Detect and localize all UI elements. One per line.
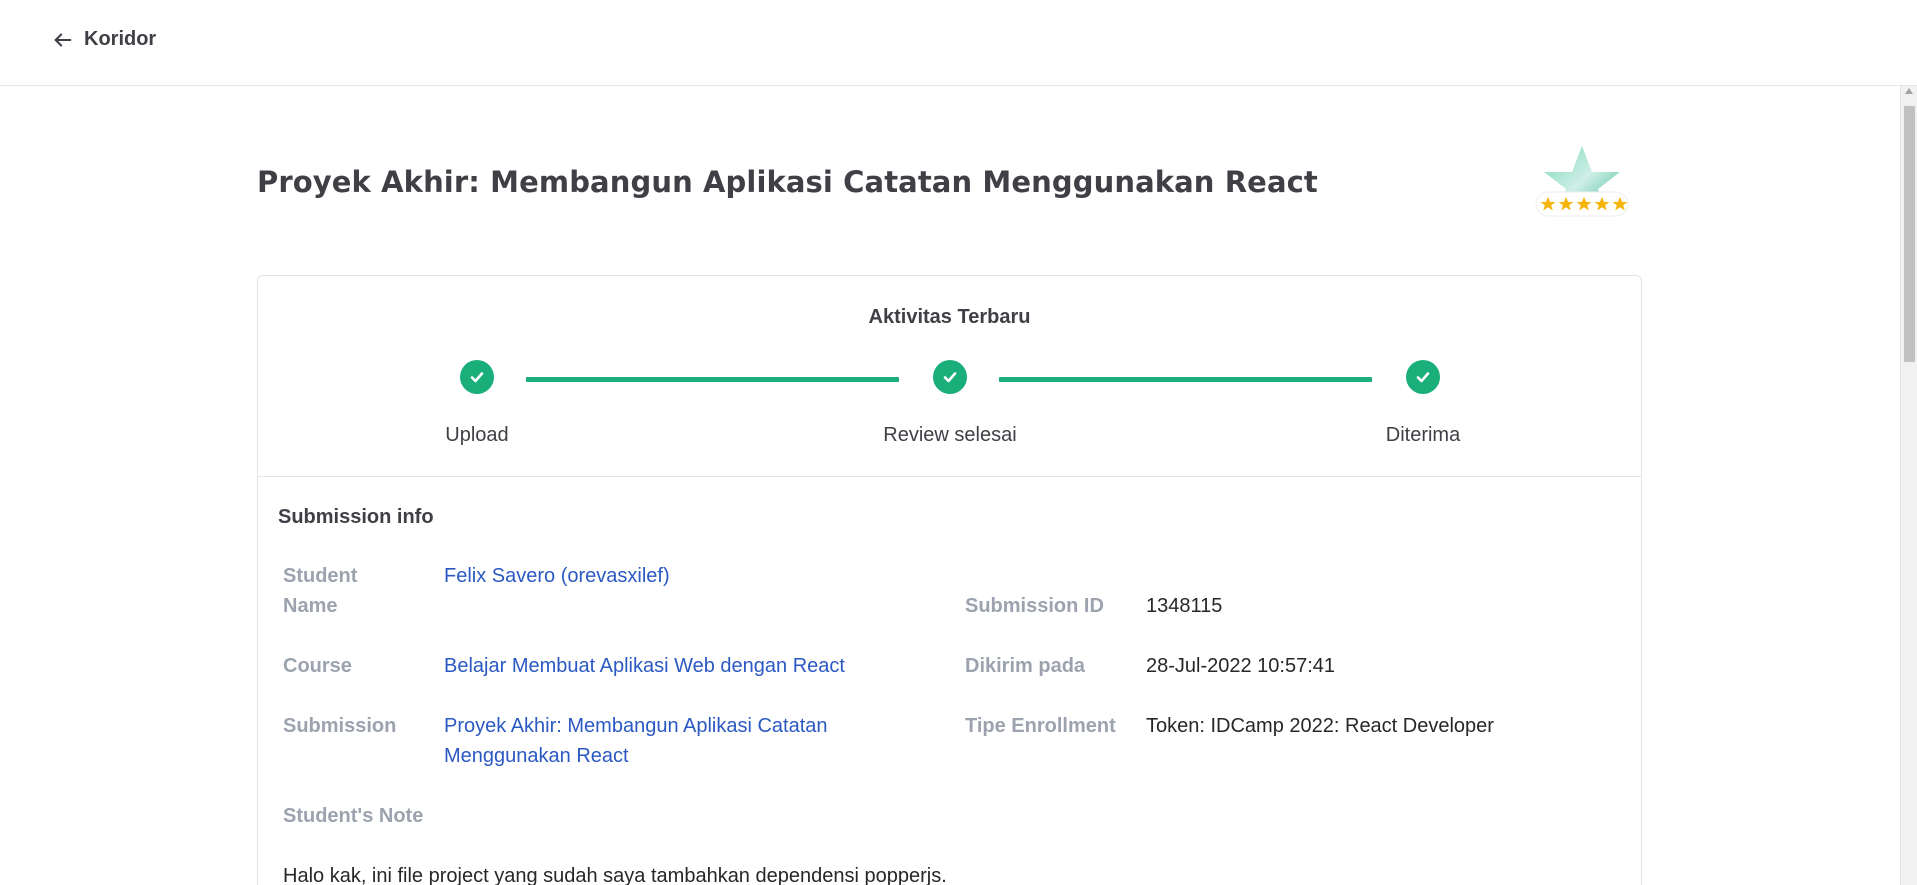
student-note-label: Student's Note [283, 805, 424, 827]
sent-at-value: 28-Jul-2022 10:57:41 [1146, 655, 1336, 677]
student-name-label-line1: Student [283, 565, 358, 587]
step-progress-line-1 [526, 377, 899, 382]
course-link[interactable]: Belajar Membuat Aplikasi Web dengan Reac… [444, 651, 845, 681]
course-label: Course [283, 655, 352, 677]
submission-card: Aktivitas Terbaru Upload Review selesai … [257, 275, 1642, 885]
submission-id-label: Submission ID [965, 595, 1104, 617]
page-scrollbar[interactable] [1900, 86, 1917, 885]
step-progress-line-2 [999, 377, 1372, 382]
enrollment-type-label: Tipe Enrollment [965, 715, 1116, 737]
check-icon [470, 372, 484, 383]
submission-id-value: 1348115 [1146, 595, 1223, 617]
back-link-label: Koridor [84, 28, 157, 50]
submission-link-line2[interactable]: Menggunakan React [444, 741, 629, 771]
submission-label: Submission [283, 715, 397, 737]
step-label-review: Review selesai [883, 424, 1017, 446]
check-icon [1416, 372, 1430, 383]
top-bar: Koridor [0, 0, 1917, 86]
sent-at-label: Dikirim pada [965, 655, 1086, 677]
enrollment-type-value: Token: IDCamp 2022: React Developer [1146, 715, 1494, 737]
activity-section: Aktivitas Terbaru Upload Review selesai … [258, 276, 1641, 477]
step-label-accepted: Diterima [1385, 424, 1461, 446]
student-note-text: Halo kak, ini file project yang sudah sa… [283, 865, 947, 885]
submission-link-line1[interactable]: Proyek Akhir: Membangun Aplikasi Catatan [444, 711, 828, 741]
check-icon [943, 372, 957, 383]
scroll-thumb[interactable] [1904, 106, 1915, 362]
step-label-upload: Upload [445, 424, 509, 446]
step-review-check-icon [933, 360, 967, 394]
step-accepted-check-icon [1406, 360, 1440, 394]
step-upload-check-icon [460, 360, 494, 394]
page-title: Proyek Akhir: Membangun Aplikasi Catatan… [257, 165, 1318, 199]
arrow-left-icon [54, 32, 72, 47]
student-name-label-line2: Name [283, 595, 338, 617]
submission-info-title: Submission info [278, 506, 434, 528]
back-to-koridor-link[interactable]: Koridor [52, 28, 156, 51]
activity-title: Aktivitas Terbaru [868, 306, 1031, 328]
scroll-up-arrow-icon[interactable] [1905, 88, 1913, 94]
star-rating-badge-icon [1535, 146, 1629, 217]
student-name-link[interactable]: Felix Savero (orevasxilef) [444, 561, 670, 591]
